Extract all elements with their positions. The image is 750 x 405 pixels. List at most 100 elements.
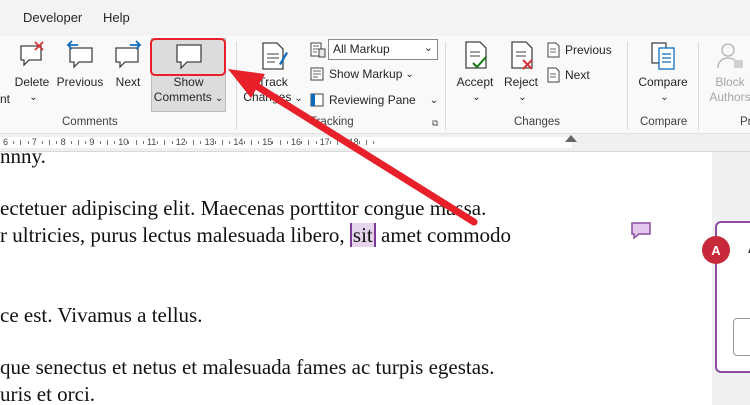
separator [236,42,237,130]
ruler-number: 9 [89,137,95,147]
reject-label: Reject [503,75,538,89]
delete-comment-button[interactable]: Delete ⌄ [13,40,51,105]
protect-group-label: Pr [740,116,750,128]
track-changes-label-2: Changes ⌄ [243,90,302,106]
ruler-tick [229,141,231,144]
ruler-tick [142,141,144,144]
separator [445,42,446,130]
menu-developer[interactable]: Developer [23,10,82,25]
previous-change-icon [547,42,560,58]
doc-line: que senectus et netus et malesuada fames… [0,355,495,379]
next-comment-button[interactable]: Next [111,40,145,90]
ruler-tick [70,141,72,144]
ruler-tick [315,141,317,144]
chevron-down-icon: ⌄ [405,68,414,80]
next-change-button[interactable]: Next [546,67,590,83]
ruler-tick [279,140,281,145]
ruler-number: 8 [60,137,66,147]
track-changes-icon [262,42,288,70]
ruler-number: 11 [147,137,157,147]
changes-group-label: Changes [514,116,561,128]
chevron-down-icon: ⌄ [294,93,303,104]
ruler-number: 18 [348,137,359,147]
doc-line-text: ectetuer adipiscing elit. Maecenas portt… [0,196,487,220]
reviewing-pane-button[interactable]: Reviewing Pane ⌄ [310,93,438,107]
separator [627,42,628,130]
compare-button[interactable]: Compare ⌄ [636,40,690,105]
show-markup-button[interactable]: Show Markup ⌄ [310,67,414,81]
delete-comment-icon [20,41,44,67]
dialog-launcher-icon[interactable]: ⧉ [432,118,438,129]
ruler-tick [214,141,216,144]
compare-label: Compare [638,75,688,89]
comments-group-label: Comments [62,116,118,128]
doc-line-text: r ultricies, purus lectus malesuada libe… [0,223,350,247]
menu-help[interactable]: Help [103,10,130,25]
word-window: Developer Help nt Delete ⌄ Previous Next… [0,0,750,405]
previous-change-label: Previous [565,43,612,57]
ruler-number: 14 [233,137,244,147]
accept-label: Accept [456,75,494,89]
accept-button[interactable]: Accept ⌄ [453,40,497,105]
show-comments-label-2: Comments ⌄ [154,90,223,106]
chevron-down-icon: ⌄ [214,93,224,104]
ruler-tick [56,141,58,144]
ruler-tick [78,140,79,145]
doc-line: nnny. [0,144,46,168]
reject-icon [511,41,533,70]
reviewing-pane-label: Reviewing Pane [329,93,416,107]
ruler-tick [157,141,159,144]
next-change-icon [547,67,560,83]
compare-group-label: Compare [640,116,688,128]
ruler-tick [164,140,166,145]
comment-marker-icon[interactable] [630,221,652,241]
ruler-tick [366,140,367,145]
block-authors-icon [717,43,743,69]
avatar: A [702,236,730,264]
compare-icon [651,42,675,70]
menu-bar: Developer Help [0,0,750,36]
reviewing-pane-icon [310,93,324,107]
document-page[interactable]: nnny. ectetuer adipiscing elit. Maecenas… [0,144,712,405]
block-authors-label-2: Authors [709,90,750,104]
previous-comment-button[interactable]: Previous [55,40,105,90]
ruler-tick [330,141,331,144]
horizontal-ruler[interactable]: 6 7 8 9 10 11 12 13 14 15 16 17 18 [0,134,750,152]
ribbon-left-fragment[interactable]: nt [0,92,10,106]
next-change-label: Next [565,68,590,82]
right-indent-marker[interactable] [565,135,577,142]
ruler-tick [114,141,115,144]
doc-line-text: amet commodo [375,223,512,247]
doc-line: uris et orci. [0,382,96,405]
ruler-tick [243,141,245,144]
ruler-tick [222,140,223,145]
commented-text[interactable]: sit [349,223,376,247]
ruler-tick [308,140,310,145]
reject-button[interactable]: Reject ⌄ [501,40,541,105]
tracking-group-label: Tracking [310,116,354,128]
markup-dropdown[interactable]: All Markup ⌄ [328,39,438,60]
markup-dropdown-value: All Markup [333,42,390,56]
ruler-number: 12 [175,137,186,147]
accept-icon [465,41,487,69]
next-label: Next [115,75,141,89]
previous-change-button[interactable]: Previous [546,42,612,58]
ruler-tick [337,140,339,145]
comment-reply-field[interactable] [733,318,750,356]
ruler-tick [49,140,51,145]
ruler-tick [99,141,101,144]
block-authors-button[interactable]: Block Authors [705,40,750,105]
ruler-number: 15 [262,137,273,147]
ruler-tick [286,141,288,144]
ruler-tick [344,141,346,144]
ruler-tick [128,141,130,144]
chevron-down-icon: ⌄ [660,92,669,103]
review-ribbon: nt Delete ⌄ Previous Next Show Comments … [0,36,750,134]
ruler-tick [250,140,252,145]
track-changes-button[interactable]: Track Changes ⌄ [243,40,303,106]
ruler-tick [373,141,375,144]
doc-line: ectetuer adipiscing elit. Maecenas portt… [0,196,572,221]
ruler-tick [135,140,137,145]
ruler-tick [200,141,202,144]
track-changes-label-2-text: Changes [243,90,292,104]
